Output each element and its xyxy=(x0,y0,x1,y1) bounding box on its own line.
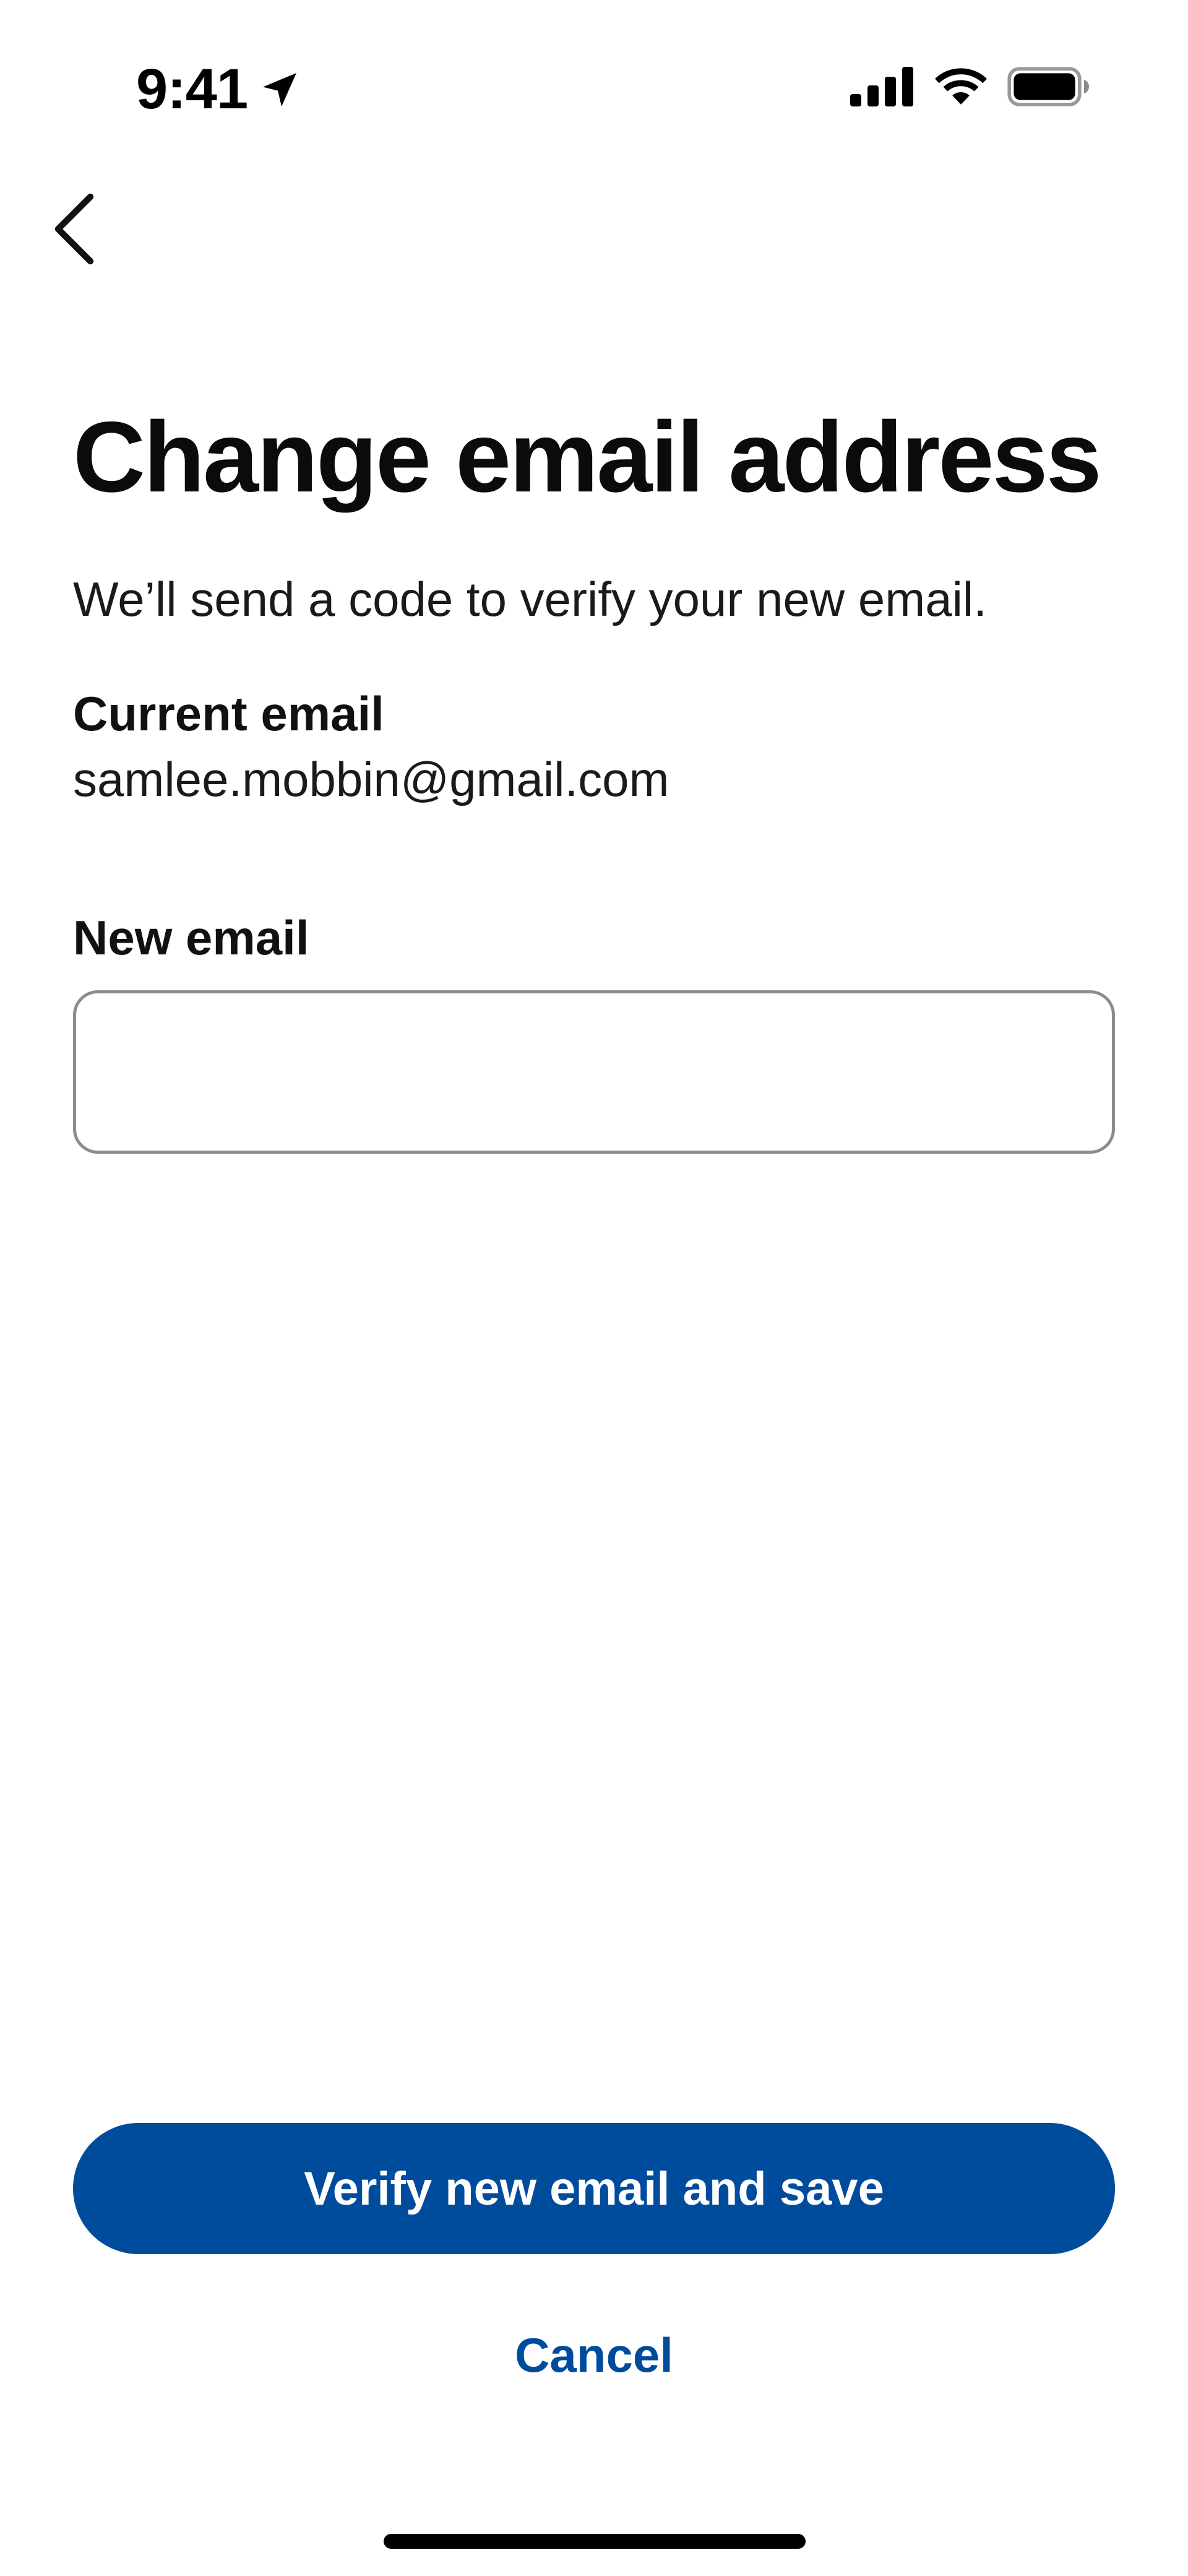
status-bar: 9:41 xyxy=(0,0,1188,161)
page-subtitle: We’ll send a code to verify your new ema… xyxy=(73,572,987,626)
back-button[interactable] xyxy=(45,186,106,272)
cancel-button[interactable]: Cancel xyxy=(0,2327,1188,2384)
battery-icon xyxy=(1007,67,1089,106)
status-time: 9:41 xyxy=(136,58,248,121)
new-email-label: New email xyxy=(73,910,309,965)
current-email-label: Current email xyxy=(73,686,384,741)
status-icons xyxy=(850,67,1091,106)
home-indicator xyxy=(384,2534,806,2549)
current-email-value: samlee.mobbin@gmail.com xyxy=(73,752,669,806)
status-time-container: 9:41 xyxy=(136,57,302,122)
signal-bars-icon xyxy=(850,67,913,106)
location-arrow-icon xyxy=(263,72,297,106)
page-title: Change email address xyxy=(73,401,1102,513)
wifi-icon xyxy=(935,68,987,105)
new-email-input[interactable] xyxy=(73,990,1115,1154)
chevron-left-icon xyxy=(54,193,94,265)
verify-and-save-button[interactable]: Verify new email and save xyxy=(73,2123,1115,2254)
change-email-screen: 9:41 Change email address We’ll send a c… xyxy=(0,0,1188,2576)
